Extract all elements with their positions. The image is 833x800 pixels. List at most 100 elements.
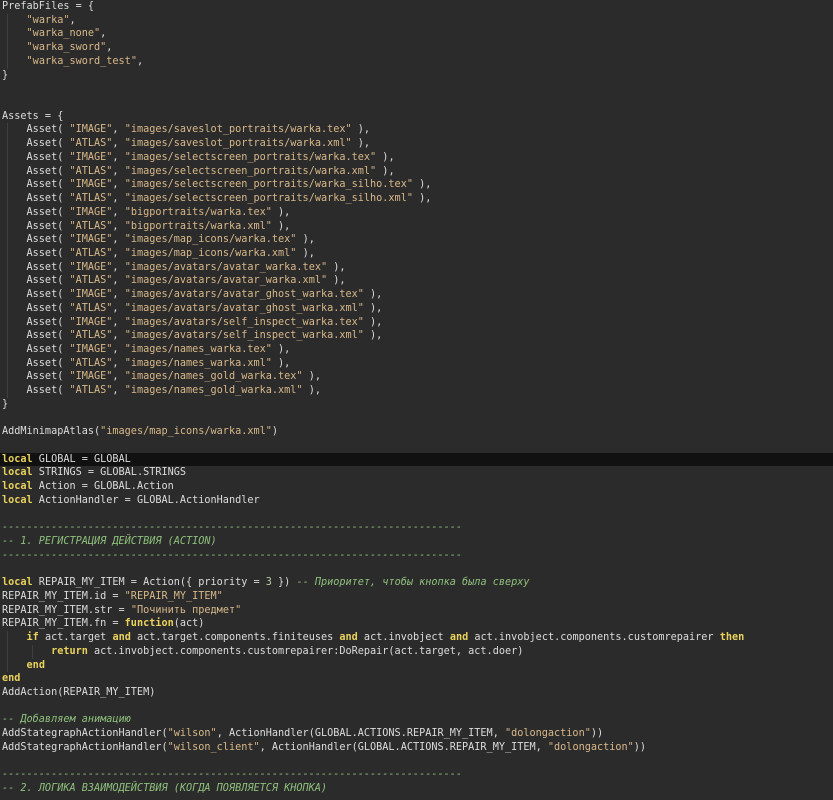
- code-line[interactable]: Asset( "IMAGE", "images/saveslot_portrai…: [0, 123, 833, 138]
- indent-guide: [7, 150, 8, 165]
- code-line[interactable]: local Action = GLOBAL.Action: [0, 480, 833, 494]
- code-line[interactable]: end: [0, 672, 833, 686]
- code-area[interactable]: PrefabFiles = { "warka", "warka_none", "…: [0, 0, 833, 800]
- code-text: ),: [363, 330, 383, 342]
- indent-guide: [7, 246, 8, 261]
- code-line[interactable]: -- 2. ЛОГИКА ВЗАИМОДЕЙСТВИЯ (КОГДА ПОЯВЛ…: [0, 782, 833, 796]
- code-text: act.target: [38, 632, 113, 644]
- code-line[interactable]: [0, 508, 833, 522]
- code-line[interactable]: Assets = {: [0, 110, 833, 124]
- code-line[interactable]: local ActionHandler = GLOBAL.ActionHandl…: [0, 494, 833, 508]
- string-literal: "IMAGE": [69, 289, 113, 301]
- code-line[interactable]: ----------------------------------------…: [0, 796, 833, 800]
- code-text: )): [633, 741, 647, 753]
- indent-guide: [7, 219, 8, 234]
- code-line[interactable]: Asset( "ATLAS", "images/avatars/self_ins…: [0, 329, 833, 343]
- code-line[interactable]: Asset( "ATLAS", "images/selectscreen_por…: [0, 164, 833, 179]
- code-line[interactable]: AddStategraphActionHandler("wilson", Act…: [0, 727, 833, 741]
- code-line[interactable]: [0, 439, 833, 453]
- code-text: ,: [112, 220, 125, 232]
- code-line[interactable]: [0, 82, 833, 96]
- code-text: ,: [112, 330, 125, 342]
- code-line[interactable]: return act.invobject.components.customre…: [0, 644, 833, 659]
- code-line[interactable]: Asset( "IMAGE", "images/names_gold_warka…: [0, 370, 833, 385]
- code-line[interactable]: Asset( "ATLAS", "bigportraits/warka.xml"…: [0, 219, 833, 234]
- code-line[interactable]: ----------------------------------------…: [0, 549, 833, 563]
- comment: -- Добавляем анимацию: [2, 714, 131, 726]
- code-line[interactable]: if act.target and act.target.components.…: [0, 631, 833, 645]
- code-text: ),: [412, 193, 432, 205]
- code-line[interactable]: "warka_sword_test",: [0, 54, 833, 69]
- string-literal: "warka_sword_test": [26, 55, 137, 67]
- string-literal: "bigportraits/warka.tex": [124, 206, 272, 218]
- code-line[interactable]: [0, 700, 833, 714]
- code-line[interactable]: Asset( "IMAGE", "images/map_icons/warka.…: [0, 233, 833, 247]
- code-text: act.target.components.finiteuses: [130, 632, 340, 644]
- string-literal: "ATLAS": [69, 357, 113, 369]
- code-line[interactable]: Asset( "ATLAS", "images/map_icons/warka.…: [0, 246, 833, 261]
- comment: -- 1. РЕГИСТРАЦИЯ ДЕЙСТВИЯ (ACTION): [2, 536, 217, 548]
- code-line[interactable]: AddAction(REPAIR_MY_ITEM): [0, 686, 833, 700]
- code-line[interactable]: [0, 412, 833, 426]
- code-line[interactable]: REPAIR_MY_ITEM.fn = function(act): [0, 617, 833, 631]
- code-text: ),: [302, 385, 321, 397]
- string-literal: "warka_sword": [26, 42, 107, 54]
- code-line[interactable]: Asset( "ATLAS", "images/saveslot_portrai…: [0, 137, 833, 151]
- code-line[interactable]: REPAIR_MY_ITEM.str = "Починить предмет": [0, 604, 833, 618]
- code-line[interactable]: PrefabFiles = {: [0, 0, 833, 14]
- code-line[interactable]: Asset( "IMAGE", "bigportraits/warka.tex"…: [0, 205, 833, 220]
- string-literal: "ATLAS": [69, 275, 113, 287]
- code-line[interactable]: -- 1. РЕГИСТРАЦИЯ ДЕЙСТВИЯ (ACTION): [0, 535, 833, 549]
- keyword: and: [449, 632, 469, 644]
- code-line[interactable]: local REPAIR_MY_ITEM = Action({ priority…: [0, 576, 833, 590]
- code-line[interactable]: local GLOBAL = GLOBAL: [0, 452, 833, 467]
- code-line[interactable]: Asset( "IMAGE", "images/avatars/avatar_g…: [0, 288, 833, 302]
- indent-guide: [7, 164, 8, 179]
- code-line[interactable]: Asset( "ATLAS", "images/names_gold_warka…: [0, 384, 833, 398]
- code-line[interactable]: Asset( "IMAGE", "images/avatars/self_ins…: [0, 315, 833, 330]
- code-line[interactable]: "warka_none",: [0, 27, 833, 42]
- code-text: AddStategraphActionHandler(: [2, 728, 168, 740]
- code-line[interactable]: [0, 755, 833, 769]
- indent-guide: [7, 342, 8, 357]
- code-text: ,: [112, 165, 125, 177]
- keyword: return: [51, 645, 88, 657]
- code-line[interactable]: AddStategraphActionHandler("wilson_clien…: [0, 741, 833, 755]
- code-line[interactable]: Asset( "IMAGE", "images/names_warka.tex"…: [0, 342, 833, 357]
- code-line[interactable]: "warka_sword",: [0, 41, 833, 55]
- code-line[interactable]: Asset( "IMAGE", "images/avatars/avatar_w…: [0, 260, 833, 275]
- code-line[interactable]: Asset( "IMAGE", "images/selectscreen_por…: [0, 178, 833, 193]
- code-text: ,: [112, 343, 125, 355]
- code-line[interactable]: -- Добавляем анимацию: [0, 713, 833, 727]
- code-text: ),: [327, 261, 346, 273]
- string-literal: "images/map_icons/warka.xml": [124, 247, 297, 259]
- code-line[interactable]: }: [0, 398, 833, 412]
- code-text: ),: [296, 234, 315, 246]
- code-line[interactable]: ----------------------------------------…: [0, 768, 833, 782]
- code-line[interactable]: end: [0, 658, 833, 673]
- code-line[interactable]: local STRINGS = GLOBAL.STRINGS: [0, 466, 833, 480]
- code-line[interactable]: "warka",: [0, 13, 833, 28]
- indent-guide: [7, 329, 8, 343]
- code-editor[interactable]: PrefabFiles = { "warka", "warka_none", "…: [0, 0, 833, 800]
- code-text: }: [2, 398, 9, 410]
- code-line[interactable]: Asset( "ATLAS", "images/avatars/avatar_g…: [0, 301, 833, 316]
- code-line[interactable]: ----------------------------------------…: [0, 521, 833, 535]
- code-line[interactable]: Asset( "IMAGE", "images/selectscreen_por…: [0, 150, 833, 165]
- code-line[interactable]: [0, 562, 833, 576]
- code-line[interactable]: }: [0, 69, 833, 83]
- code-line[interactable]: Asset( "ATLAS", "images/avatars/avatar_w…: [0, 274, 833, 289]
- code-line[interactable]: REPAIR_MY_ITEM.id = "REPAIR_MY_ITEM": [0, 590, 833, 604]
- code-text: Asset(: [2, 138, 70, 150]
- code-text: Asset(: [2, 124, 70, 136]
- keyword: if: [26, 632, 39, 644]
- string-literal: "images/names_warka.xml": [124, 357, 272, 369]
- code-line[interactable]: Asset( "ATLAS", "images/selectscreen_por…: [0, 192, 833, 206]
- code-line[interactable]: Asset( "ATLAS", "images/names_warka.xml"…: [0, 356, 833, 371]
- code-line[interactable]: AddMinimapAtlas("images/map_icons/warka.…: [0, 425, 833, 439]
- code-line[interactable]: [0, 96, 833, 110]
- code-text: Asset(: [2, 371, 70, 383]
